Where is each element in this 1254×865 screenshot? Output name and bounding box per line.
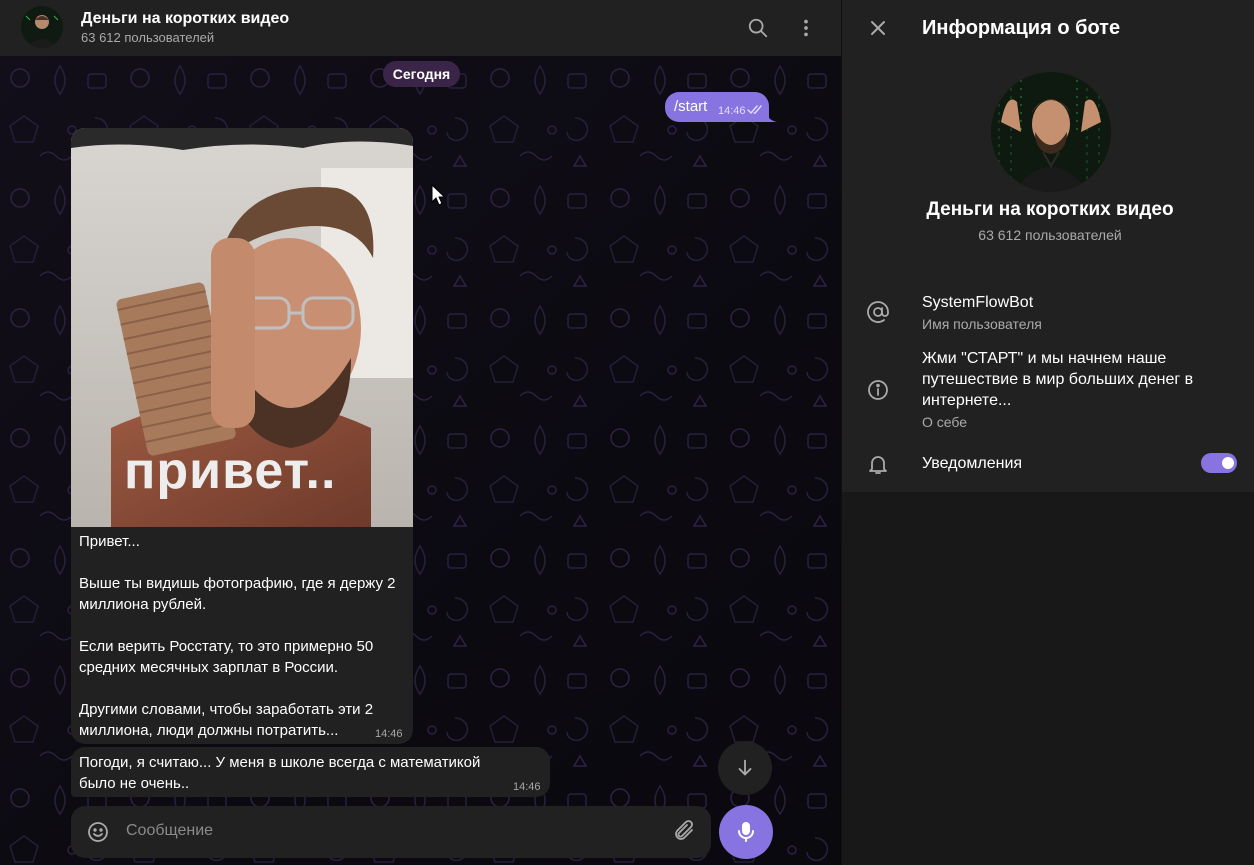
chat-area: Деньги на коротких видео 63 612 пользова… (0, 0, 841, 865)
more-vertical-icon (804, 19, 808, 37)
bot-avatar[interactable] (991, 72, 1111, 192)
incoming-text-message[interactable]: Погоди, я считаю... У меня в школе всегд… (71, 747, 550, 797)
bot-bio[interactable]: Жми "СТАРТ" и мы начнем наше путешествие… (922, 348, 1222, 411)
outgoing-message[interactable]: /start 14:46 (665, 92, 769, 122)
info-icon (868, 380, 888, 400)
panel-empty-area (842, 492, 1254, 865)
microphone-icon (738, 822, 754, 842)
toggle-knob (1220, 455, 1236, 471)
username-label: Имя пользователя (922, 316, 1042, 332)
photo-overlay-text: привет.. (124, 442, 337, 500)
paperclip-icon[interactable] (672, 819, 696, 843)
notifications-label: Уведомления (922, 455, 1023, 472)
mouse-cursor (431, 184, 445, 206)
bot-username[interactable]: SystemFlowBot (922, 292, 1222, 313)
search-icon (748, 18, 768, 38)
message-input[interactable] (126, 822, 646, 840)
close-panel-button[interactable] (866, 16, 890, 40)
close-icon (871, 21, 885, 35)
bubble-tail (765, 110, 777, 122)
message-time: 14:46 (718, 105, 746, 117)
panel-title: Информация о боте (922, 17, 1121, 39)
voice-record-button[interactable] (719, 805, 773, 859)
incoming-photo-message[interactable]: привет.. Привет... Выше ты видишь фотогр… (71, 128, 413, 744)
double-check-icon (747, 105, 762, 115)
more-menu-button[interactable] (792, 14, 820, 42)
message-composer (71, 806, 711, 858)
outgoing-message-text: /start (674, 98, 708, 115)
notifications-toggle[interactable] (1201, 453, 1237, 473)
scroll-to-bottom-button[interactable] (718, 741, 772, 795)
smile-icon[interactable] (86, 820, 110, 844)
date-separator: Сегодня (383, 61, 460, 87)
chat-header[interactable]: Деньги на коротких видео 63 612 пользова… (0, 0, 841, 56)
chat-title[interactable]: Деньги на коротких видео (81, 10, 289, 28)
message-time: 14:46 (375, 728, 403, 740)
bell-icon (869, 456, 887, 474)
search-button[interactable] (744, 14, 772, 42)
message-text: Привет... Выше ты видишь фотографию, где… (79, 533, 396, 739)
chat-subscriber-count: 63 612 пользователей (81, 30, 215, 45)
chat-avatar[interactable] (21, 6, 63, 48)
message-time: 14:46 (513, 781, 541, 793)
at-icon (867, 301, 889, 323)
message-text: Погоди, я считаю... У меня в школе всегд… (79, 754, 481, 792)
bot-name: Деньги на коротких видео (926, 199, 1174, 220)
bio-label: О себе (922, 414, 968, 430)
arrow-down-icon (738, 759, 752, 776)
bot-subscriber-count: 63 612 пользователей (978, 227, 1122, 243)
message-photo[interactable]: привет.. (71, 128, 413, 527)
bot-info-panel: Информация о боте Деньги на коротких вид… (842, 0, 1254, 865)
